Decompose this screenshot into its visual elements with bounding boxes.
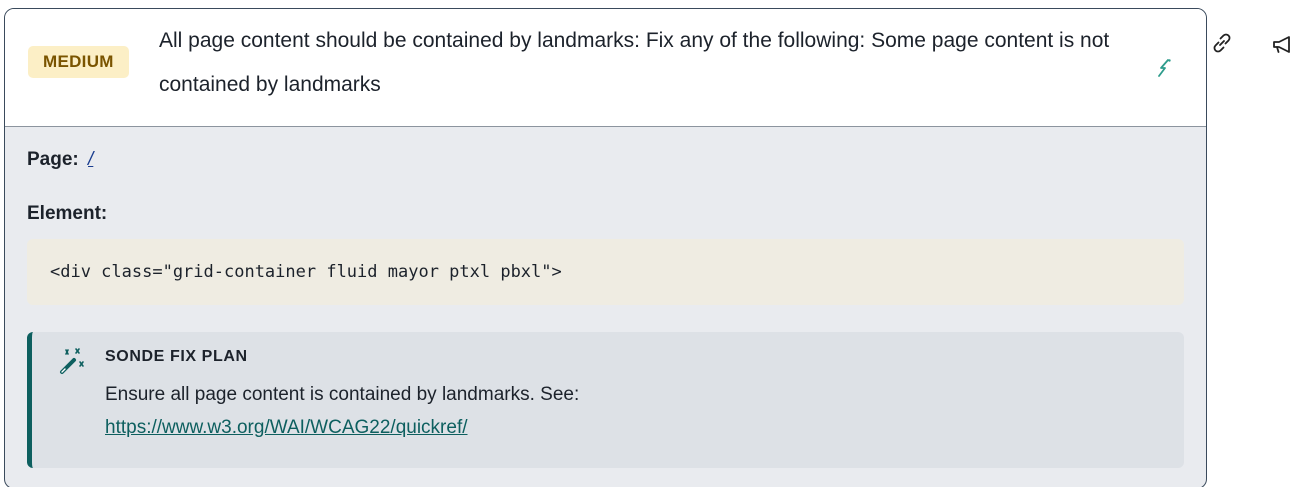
auto-fix-icon[interactable]: [1153, 57, 1175, 79]
element-code-block: <div class="grid-container fluid mayor p…: [27, 239, 1184, 305]
link-icon[interactable]: [1209, 30, 1235, 56]
megaphone-icon[interactable]: [1270, 32, 1296, 58]
page-label: Page:: [27, 149, 79, 170]
element-label: Element:: [27, 203, 108, 224]
issue-panel: MEDIUM All page content should be contai…: [0, 0, 1305, 487]
page-row: Page: /: [27, 149, 93, 171]
fix-plan-link[interactable]: https://www.w3.org/WAI/WCAG22/quickref/: [105, 417, 468, 438]
issue-header[interactable]: MEDIUM All page content should be contai…: [5, 9, 1206, 127]
page-link[interactable]: /: [88, 149, 93, 170]
fix-plan-title: SONDE FIX PLAN: [105, 348, 248, 365]
issue-card: MEDIUM All page content should be contai…: [4, 8, 1207, 487]
severity-badge: MEDIUM: [28, 46, 129, 78]
issue-title: All page content should be contained by …: [159, 29, 1110, 96]
fix-plan-panel: SONDE FIX PLAN Ensure all page content i…: [27, 332, 1184, 468]
fix-plan-description: Ensure all page content is contained by …: [105, 384, 580, 405]
fix-plan-text: Ensure all page content is contained by …: [105, 378, 1105, 444]
magic-wand-icon: [60, 348, 84, 374]
